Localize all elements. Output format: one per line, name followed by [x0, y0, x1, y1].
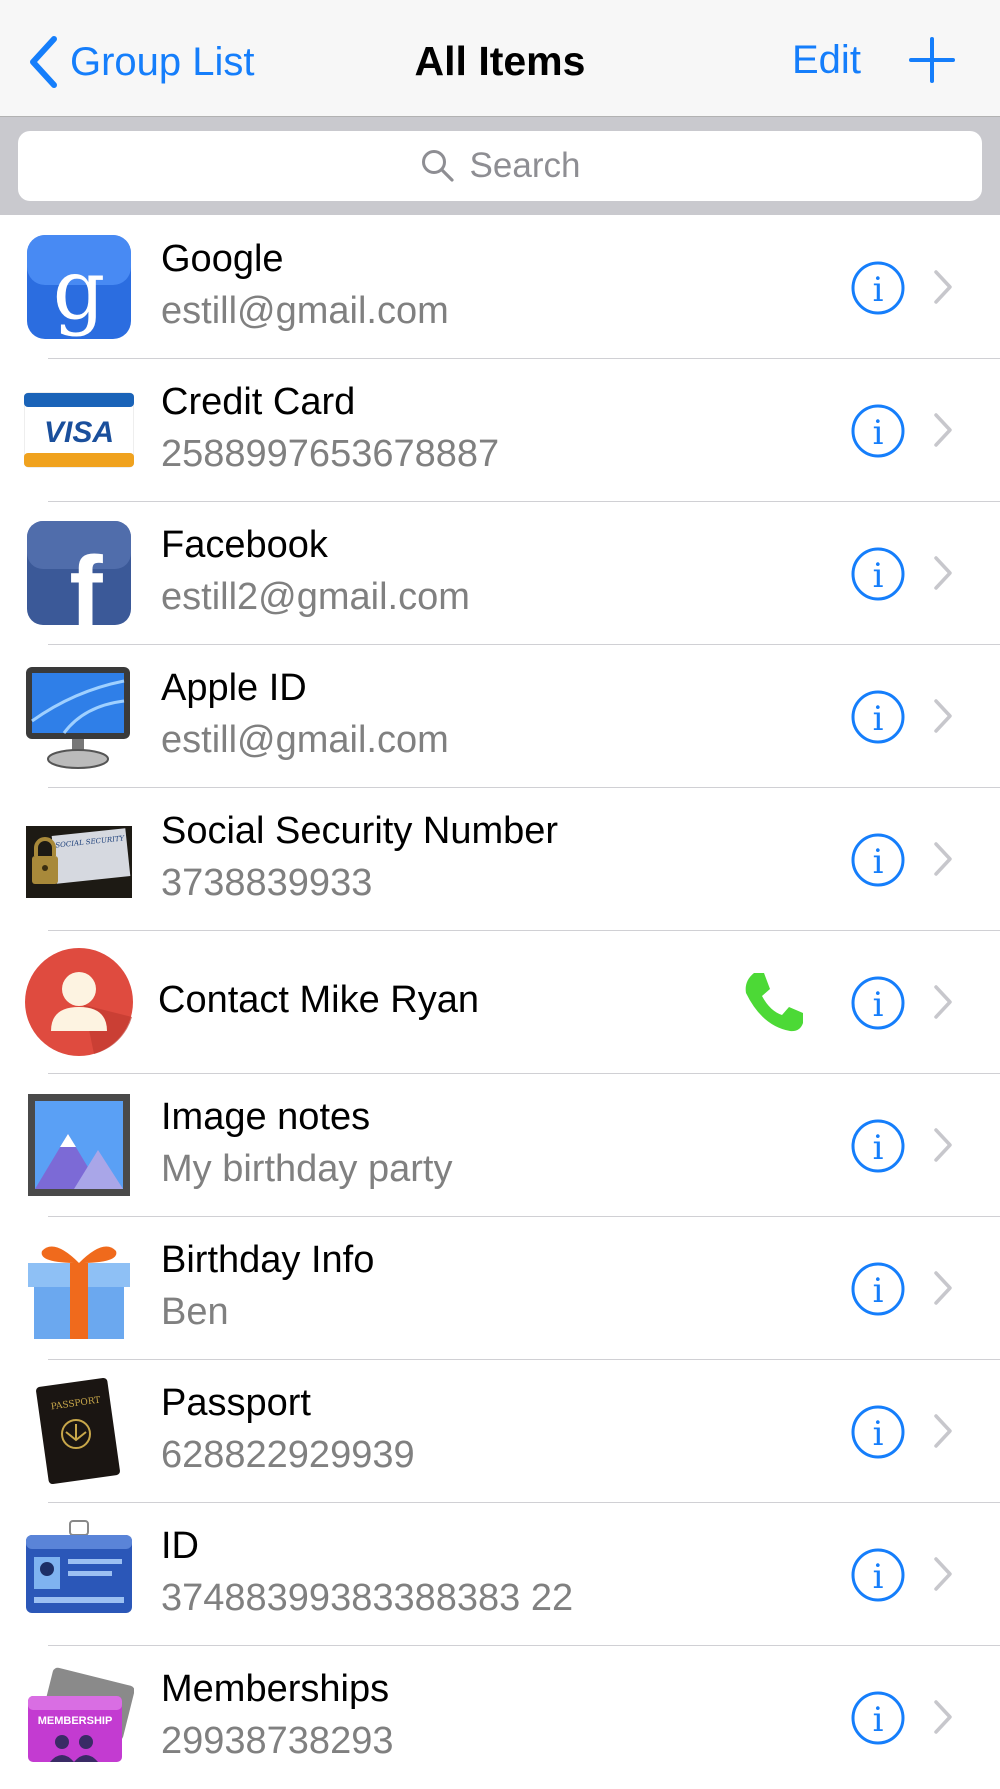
info-icon[interactable]: i [850, 832, 906, 888]
info-icon[interactable]: i [850, 546, 906, 602]
visa-card-icon: VISA [24, 392, 134, 468]
item-subtitle: estill@gmail.com [161, 719, 449, 761]
info-icon[interactable]: i [850, 1118, 906, 1174]
svg-text:i: i [873, 413, 884, 453]
chevron-right-icon [934, 1700, 952, 1734]
list-item-social-security-number[interactable]: SOCIAL SECURITY Social Security Number 3… [0, 788, 1000, 931]
chevron-right-icon [934, 1557, 952, 1591]
item-title: Memberships [161, 1668, 390, 1710]
search-placeholder: Search [469, 146, 581, 185]
info-icon[interactable]: i [850, 689, 906, 745]
info-icon[interactable]: i [850, 1261, 906, 1317]
list-item-passport[interactable]: PASSPORT Passport 628822929939 i [0, 1360, 1000, 1503]
svg-text:i: i [873, 1700, 884, 1740]
item-subtitle: 29938738293 [161, 1720, 394, 1762]
item-title: Social Security Number [161, 810, 559, 852]
info-icon[interactable]: i [850, 403, 906, 459]
phone-icon[interactable] [740, 969, 806, 1035]
picture-icon [28, 1094, 130, 1196]
list-item-apple-id[interactable]: Apple ID estill@gmail.com i [0, 645, 1000, 788]
edit-button[interactable]: Edit [792, 38, 861, 83]
svg-text:i: i [873, 1414, 884, 1454]
plus-icon[interactable] [908, 36, 956, 84]
list-item-contact-mike-ryan[interactable]: Contact Mike Ryan i [0, 931, 1000, 1074]
id-badge-icon [26, 1520, 132, 1613]
item-title: Apple ID [161, 667, 307, 709]
svg-text:i: i [873, 556, 884, 596]
svg-text:i: i [873, 1271, 884, 1311]
chevron-right-icon [934, 699, 952, 733]
list-item-credit-card[interactable]: VISA Credit Card 2588997653678887 i [0, 359, 1000, 502]
gift-box-icon [28, 1246, 130, 1339]
item-title: Credit Card [161, 381, 356, 423]
social-security-card-icon: SOCIAL SECURITY [26, 826, 132, 898]
list-item-memberships[interactable]: MEMBERSHIP Memberships 29938738293 i [0, 1646, 1000, 1789]
item-title: Facebook [161, 524, 328, 566]
info-icon[interactable]: i [850, 260, 906, 316]
chevron-right-icon [934, 985, 952, 1019]
item-title: Passport [161, 1382, 311, 1424]
chevron-right-icon [934, 556, 952, 590]
svg-text:i: i [873, 699, 884, 739]
item-title: Google [161, 238, 284, 280]
chevron-right-icon [934, 270, 952, 304]
list-item-google[interactable]: g Google estill@gmail.com i [0, 216, 1000, 359]
svg-text:VISA: VISA [44, 416, 114, 449]
list-item-birthday-info[interactable]: Birthday Info Ben i [0, 1217, 1000, 1360]
list-item-facebook[interactable]: f Facebook estill2@gmail.com i [0, 502, 1000, 645]
facebook-icon: f [27, 521, 131, 628]
svg-text:i: i [873, 985, 884, 1025]
chevron-right-icon [934, 1128, 952, 1162]
items-list: g Google estill@gmail.com i VISA Credit … [0, 216, 1000, 1789]
item-subtitle: 37488399383388383 22 [161, 1577, 574, 1619]
item-title: Contact Mike Ryan [158, 979, 480, 1021]
item-title: ID [161, 1525, 199, 1567]
info-icon[interactable]: i [850, 1690, 906, 1746]
search-input[interactable]: Search [18, 131, 982, 201]
svg-text:g: g [53, 243, 106, 338]
google-icon: g [27, 235, 131, 339]
item-title: Image notes [161, 1096, 371, 1138]
info-icon[interactable]: i [850, 975, 906, 1031]
passport-icon: PASSPORT [36, 1377, 120, 1485]
membership-card-icon: MEMBERSHIP [28, 1667, 134, 1762]
list-item-id[interactable]: ID 37488399383388383 22 i [0, 1503, 1000, 1646]
item-subtitle: My birthday party [161, 1148, 453, 1190]
svg-text:i: i [873, 270, 884, 310]
svg-text:MEMBERSHIP: MEMBERSHIP [38, 1715, 113, 1727]
chevron-right-icon [934, 413, 952, 447]
contact-person-icon [25, 948, 133, 1056]
search-bar: Search [0, 117, 1000, 215]
item-subtitle: estill@gmail.com [161, 290, 449, 332]
item-title: Birthday Info [161, 1239, 375, 1281]
svg-text:f: f [69, 536, 103, 628]
search-icon [421, 150, 454, 182]
list-item-image-notes[interactable]: Image notes My birthday party i [0, 1074, 1000, 1217]
item-subtitle: Ben [161, 1291, 229, 1333]
svg-text:i: i [873, 1557, 884, 1597]
computer-monitor-icon [26, 667, 130, 769]
chevron-right-icon [934, 842, 952, 876]
info-icon[interactable]: i [850, 1547, 906, 1603]
item-subtitle: 3738839933 [161, 862, 373, 904]
chevron-right-icon [934, 1271, 952, 1305]
item-subtitle: estill2@gmail.com [161, 576, 470, 618]
item-subtitle: 628822929939 [161, 1434, 415, 1476]
chevron-right-icon [934, 1414, 952, 1448]
item-subtitle: 2588997653678887 [161, 433, 500, 475]
info-icon[interactable]: i [850, 1404, 906, 1460]
svg-text:i: i [873, 1128, 884, 1168]
navigation-bar: Group List All Items Edit [0, 0, 1000, 117]
svg-text:i: i [873, 842, 884, 882]
